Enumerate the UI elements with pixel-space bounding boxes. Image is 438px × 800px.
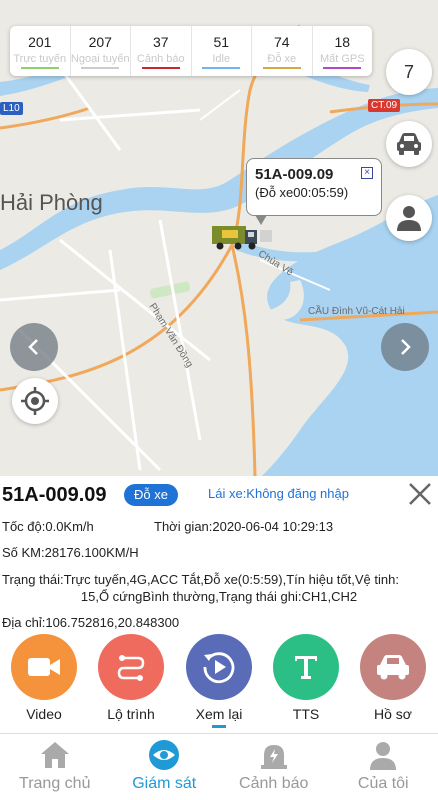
- profile-action-circle[interactable]: [360, 634, 426, 700]
- replay-label: Xem lại: [195, 706, 243, 722]
- car-profile-icon: [377, 655, 409, 680]
- city-label: Hải Phòng: [0, 190, 103, 215]
- action-row: Video Lộ trình Xem lại TTS Hồ sơ: [0, 634, 438, 726]
- eye-icon: [149, 740, 180, 770]
- nav-account-label: Của tôi: [357, 775, 409, 792]
- video-action[interactable]: Video: [4, 634, 84, 722]
- state-text-line1: Trạng thái:Trực tuyến,4G,ACC Tắt,Đỗ xe(0…: [2, 572, 399, 587]
- close-icon[interactable]: [406, 480, 434, 508]
- road-label-cau: CẦU Đình Vũ-Cát Hải: [308, 306, 405, 317]
- status-label: Cảnh báo: [136, 52, 185, 65]
- alarm-icon: [260, 745, 287, 769]
- vehicle-plate: 51A-009.09: [2, 484, 107, 506]
- popup-close-icon[interactable]: ×: [361, 167, 373, 179]
- status-label: Mất GPS: [319, 52, 365, 65]
- status-color-line: [141, 66, 180, 69]
- state-text-line2: 15,Ổ cứngBình thường,Trạng thái ghi:CH1,…: [80, 589, 358, 604]
- chevron-left-icon: [28, 339, 38, 355]
- route-action[interactable]: Lộ trình: [91, 634, 171, 722]
- address-text: Địa chỉ:106.752816,20.848300: [2, 615, 180, 630]
- status-count: 37: [152, 33, 169, 50]
- nav-account[interactable]: Của tôi: [329, 734, 438, 800]
- status-label: Trực tuyến: [13, 52, 67, 65]
- status-color-line: [323, 66, 362, 69]
- popup-tail: [255, 215, 267, 225]
- map-view[interactable]: Hải Phòng L10 CT.09 Chùa Vẽ CẦU Đình Vũ-…: [0, 0, 438, 476]
- status-summary-bar: 201 Trực tuyến 207 Ngoại tuyến 37 Cảnh b…: [10, 26, 372, 76]
- status-idle[interactable]: 51 Idle: [192, 26, 252, 76]
- previous-vehicle-button[interactable]: [10, 323, 58, 371]
- status-label: Ngoại tuyến: [70, 52, 130, 65]
- vehicle-detail-panel: 51A-009.09 Đỗ xe Lái xe:Không đăng nhập …: [0, 476, 438, 732]
- status-color-line: [20, 66, 59, 69]
- status-label: Idle: [212, 52, 231, 65]
- status-count: 74: [273, 33, 290, 50]
- km-text: Số KM:28176.100KM/H: [2, 545, 139, 560]
- status-color-line: [81, 66, 120, 69]
- profile-action[interactable]: Hồ sơ: [353, 634, 433, 722]
- tts-action[interactable]: TTS: [266, 634, 346, 722]
- video-camera-icon: [28, 658, 60, 676]
- replay-action[interactable]: Xem lại: [179, 634, 259, 722]
- route-label: Lộ trình: [107, 706, 155, 722]
- driver-button[interactable]: [386, 195, 432, 241]
- active-action-indicator: [212, 725, 226, 728]
- car-icon: [397, 133, 421, 155]
- vehicle-status-badge: Đỗ xe: [124, 484, 178, 506]
- video-label: Video: [26, 706, 62, 722]
- vehicle-popup[interactable]: 51A-009.09 (Đỗ xe00:05:59) ×: [246, 158, 382, 225]
- popup-plate: 51A-009.09: [255, 166, 334, 183]
- status-alarm[interactable]: 37 Cảnh báo: [131, 26, 192, 76]
- nav-home[interactable]: Trang chủ: [0, 734, 110, 800]
- route-action-circle[interactable]: [98, 634, 164, 700]
- nav-monitor[interactable]: Giám sát: [110, 734, 220, 800]
- speed-text: Tốc độ:0.0Km/h: [2, 519, 94, 534]
- status-parked[interactable]: 74 Đỗ xe: [252, 26, 313, 76]
- status-count: 201: [28, 33, 52, 50]
- status-count: 207: [88, 33, 112, 50]
- status-online[interactable]: 201 Trực tuyến: [10, 26, 71, 76]
- status-label: Đỗ xe: [267, 52, 297, 65]
- route-icon: [117, 655, 145, 681]
- road-shield-l10: L10: [0, 102, 23, 115]
- popup-status: (Đỗ xe00:05:59): [255, 185, 349, 200]
- locate-button[interactable]: [12, 378, 58, 424]
- video-action-circle[interactable]: [11, 634, 77, 700]
- next-vehicle-button[interactable]: [381, 323, 429, 371]
- text-t-icon: [295, 656, 317, 679]
- nav-home-label: Trang chủ: [19, 775, 91, 792]
- vehicle-count: 7: [403, 61, 414, 82]
- tts-label: TTS: [292, 706, 320, 722]
- status-count: 18: [334, 33, 351, 50]
- road-shield-ct09: CT.09: [368, 99, 401, 112]
- status-color-line: [262, 66, 301, 69]
- home-icon: [40, 742, 69, 768]
- nav-alarm-label: Cảnh báo: [239, 775, 309, 792]
- bottom-navigation: Trang chủ Giám sát Cảnh báo Của tôi: [0, 733, 438, 800]
- crosshair-icon: [21, 387, 49, 415]
- replay-icon: [203, 652, 235, 684]
- profile-label: Hồ sơ: [374, 706, 412, 722]
- nav-monitor-label: Giám sát: [132, 775, 197, 792]
- person-icon: [397, 206, 421, 231]
- status-color-line: [202, 66, 241, 69]
- tts-action-circle[interactable]: [273, 634, 339, 700]
- vehicle-count-button[interactable]: 7: [386, 49, 432, 95]
- truck-marker-icon[interactable]: [212, 222, 274, 250]
- driver-info: Lái xe:Không đăng nhập: [208, 486, 349, 501]
- status-offline[interactable]: 207 Ngoại tuyến: [70, 26, 131, 76]
- time-text: Thời gian:2020-06-04 10:29:13: [154, 519, 334, 534]
- chevron-right-icon: [401, 339, 411, 355]
- status-count: 51: [213, 33, 230, 50]
- nav-alarm[interactable]: Cảnh báo: [219, 734, 329, 800]
- replay-action-circle[interactable]: [186, 634, 252, 700]
- user-icon: [370, 742, 397, 770]
- status-lost-gps[interactable]: 18 Mất GPS: [313, 26, 373, 76]
- vehicle-filter-button[interactable]: [386, 121, 432, 167]
